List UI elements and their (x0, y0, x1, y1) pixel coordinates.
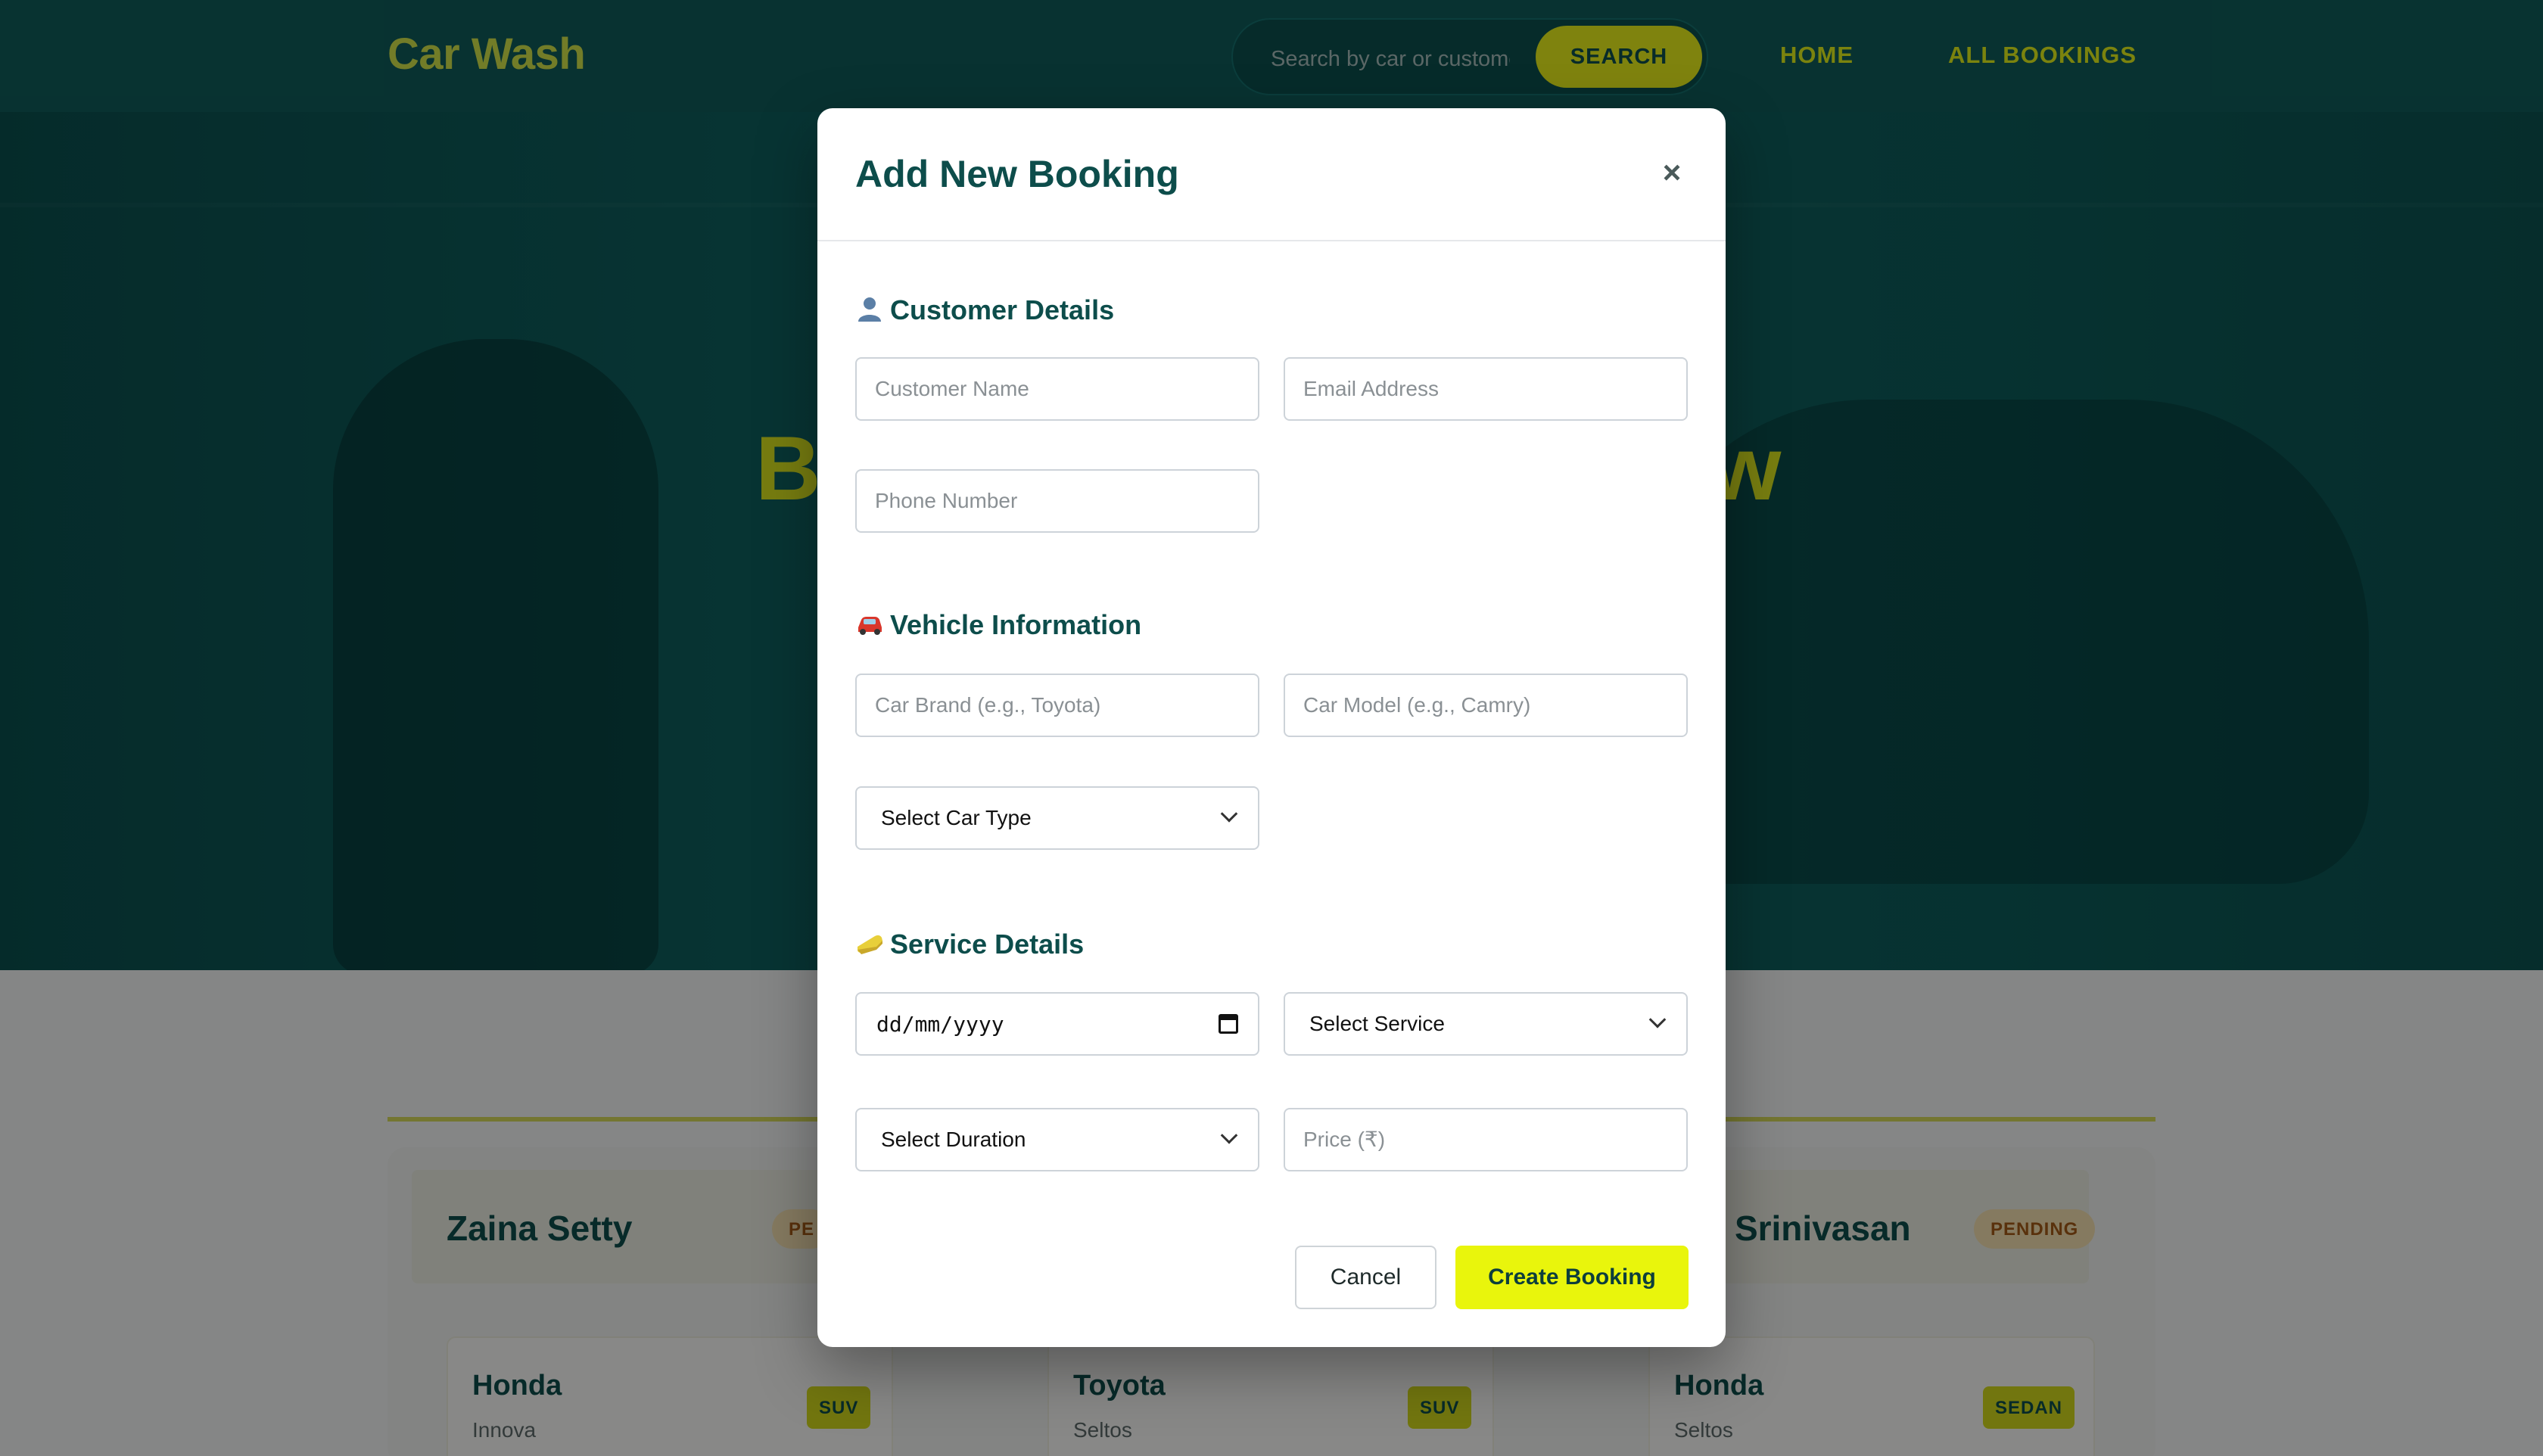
section-heading-vehicle: Vehicle Information (855, 609, 1141, 641)
modal-divider (817, 240, 1726, 241)
duration-select[interactable]: Select Duration (855, 1108, 1259, 1171)
car-type-select-value: Select Car Type (881, 806, 1032, 829)
section-heading-text: Service Details (890, 929, 1085, 960)
phone-input[interactable] (855, 469, 1259, 533)
section-heading-service: Service Details (855, 929, 1084, 960)
service-select[interactable]: Select Service (1284, 992, 1688, 1056)
price-input[interactable] (1284, 1108, 1688, 1171)
chevron-down-icon (1648, 1011, 1667, 1028)
calendar-icon[interactable] (1219, 1014, 1238, 1034)
car-model-input[interactable] (1284, 674, 1688, 737)
service-select-value: Select Service (1309, 1012, 1445, 1035)
section-heading-customer: Customer Details (855, 294, 1114, 326)
person-icon (858, 297, 881, 322)
create-booking-button[interactable]: Create Booking (1455, 1246, 1689, 1309)
modal-title: Add New Booking (855, 153, 1179, 195)
add-booking-modal: Add New Booking × Customer Details Vehic… (817, 108, 1726, 1347)
cancel-button[interactable]: Cancel (1295, 1246, 1436, 1309)
section-heading-text: Customer Details (890, 294, 1115, 325)
chevron-down-icon (1220, 805, 1238, 823)
chevron-down-icon (1220, 1127, 1238, 1144)
section-heading-text: Vehicle Information (890, 609, 1142, 640)
car-brand-input[interactable] (855, 674, 1259, 737)
car-type-select[interactable]: Select Car Type (855, 786, 1259, 850)
date-input[interactable]: dd/mm/yyyy (855, 992, 1259, 1056)
car-icon (858, 617, 882, 635)
duration-select-value: Select Duration (881, 1128, 1026, 1151)
customer-name-input[interactable] (855, 357, 1259, 421)
email-input[interactable] (1284, 357, 1688, 421)
close-icon[interactable]: × (1653, 154, 1691, 191)
sponge-icon (858, 935, 882, 954)
date-input-value: dd/mm/yyyy (876, 1011, 1004, 1037)
